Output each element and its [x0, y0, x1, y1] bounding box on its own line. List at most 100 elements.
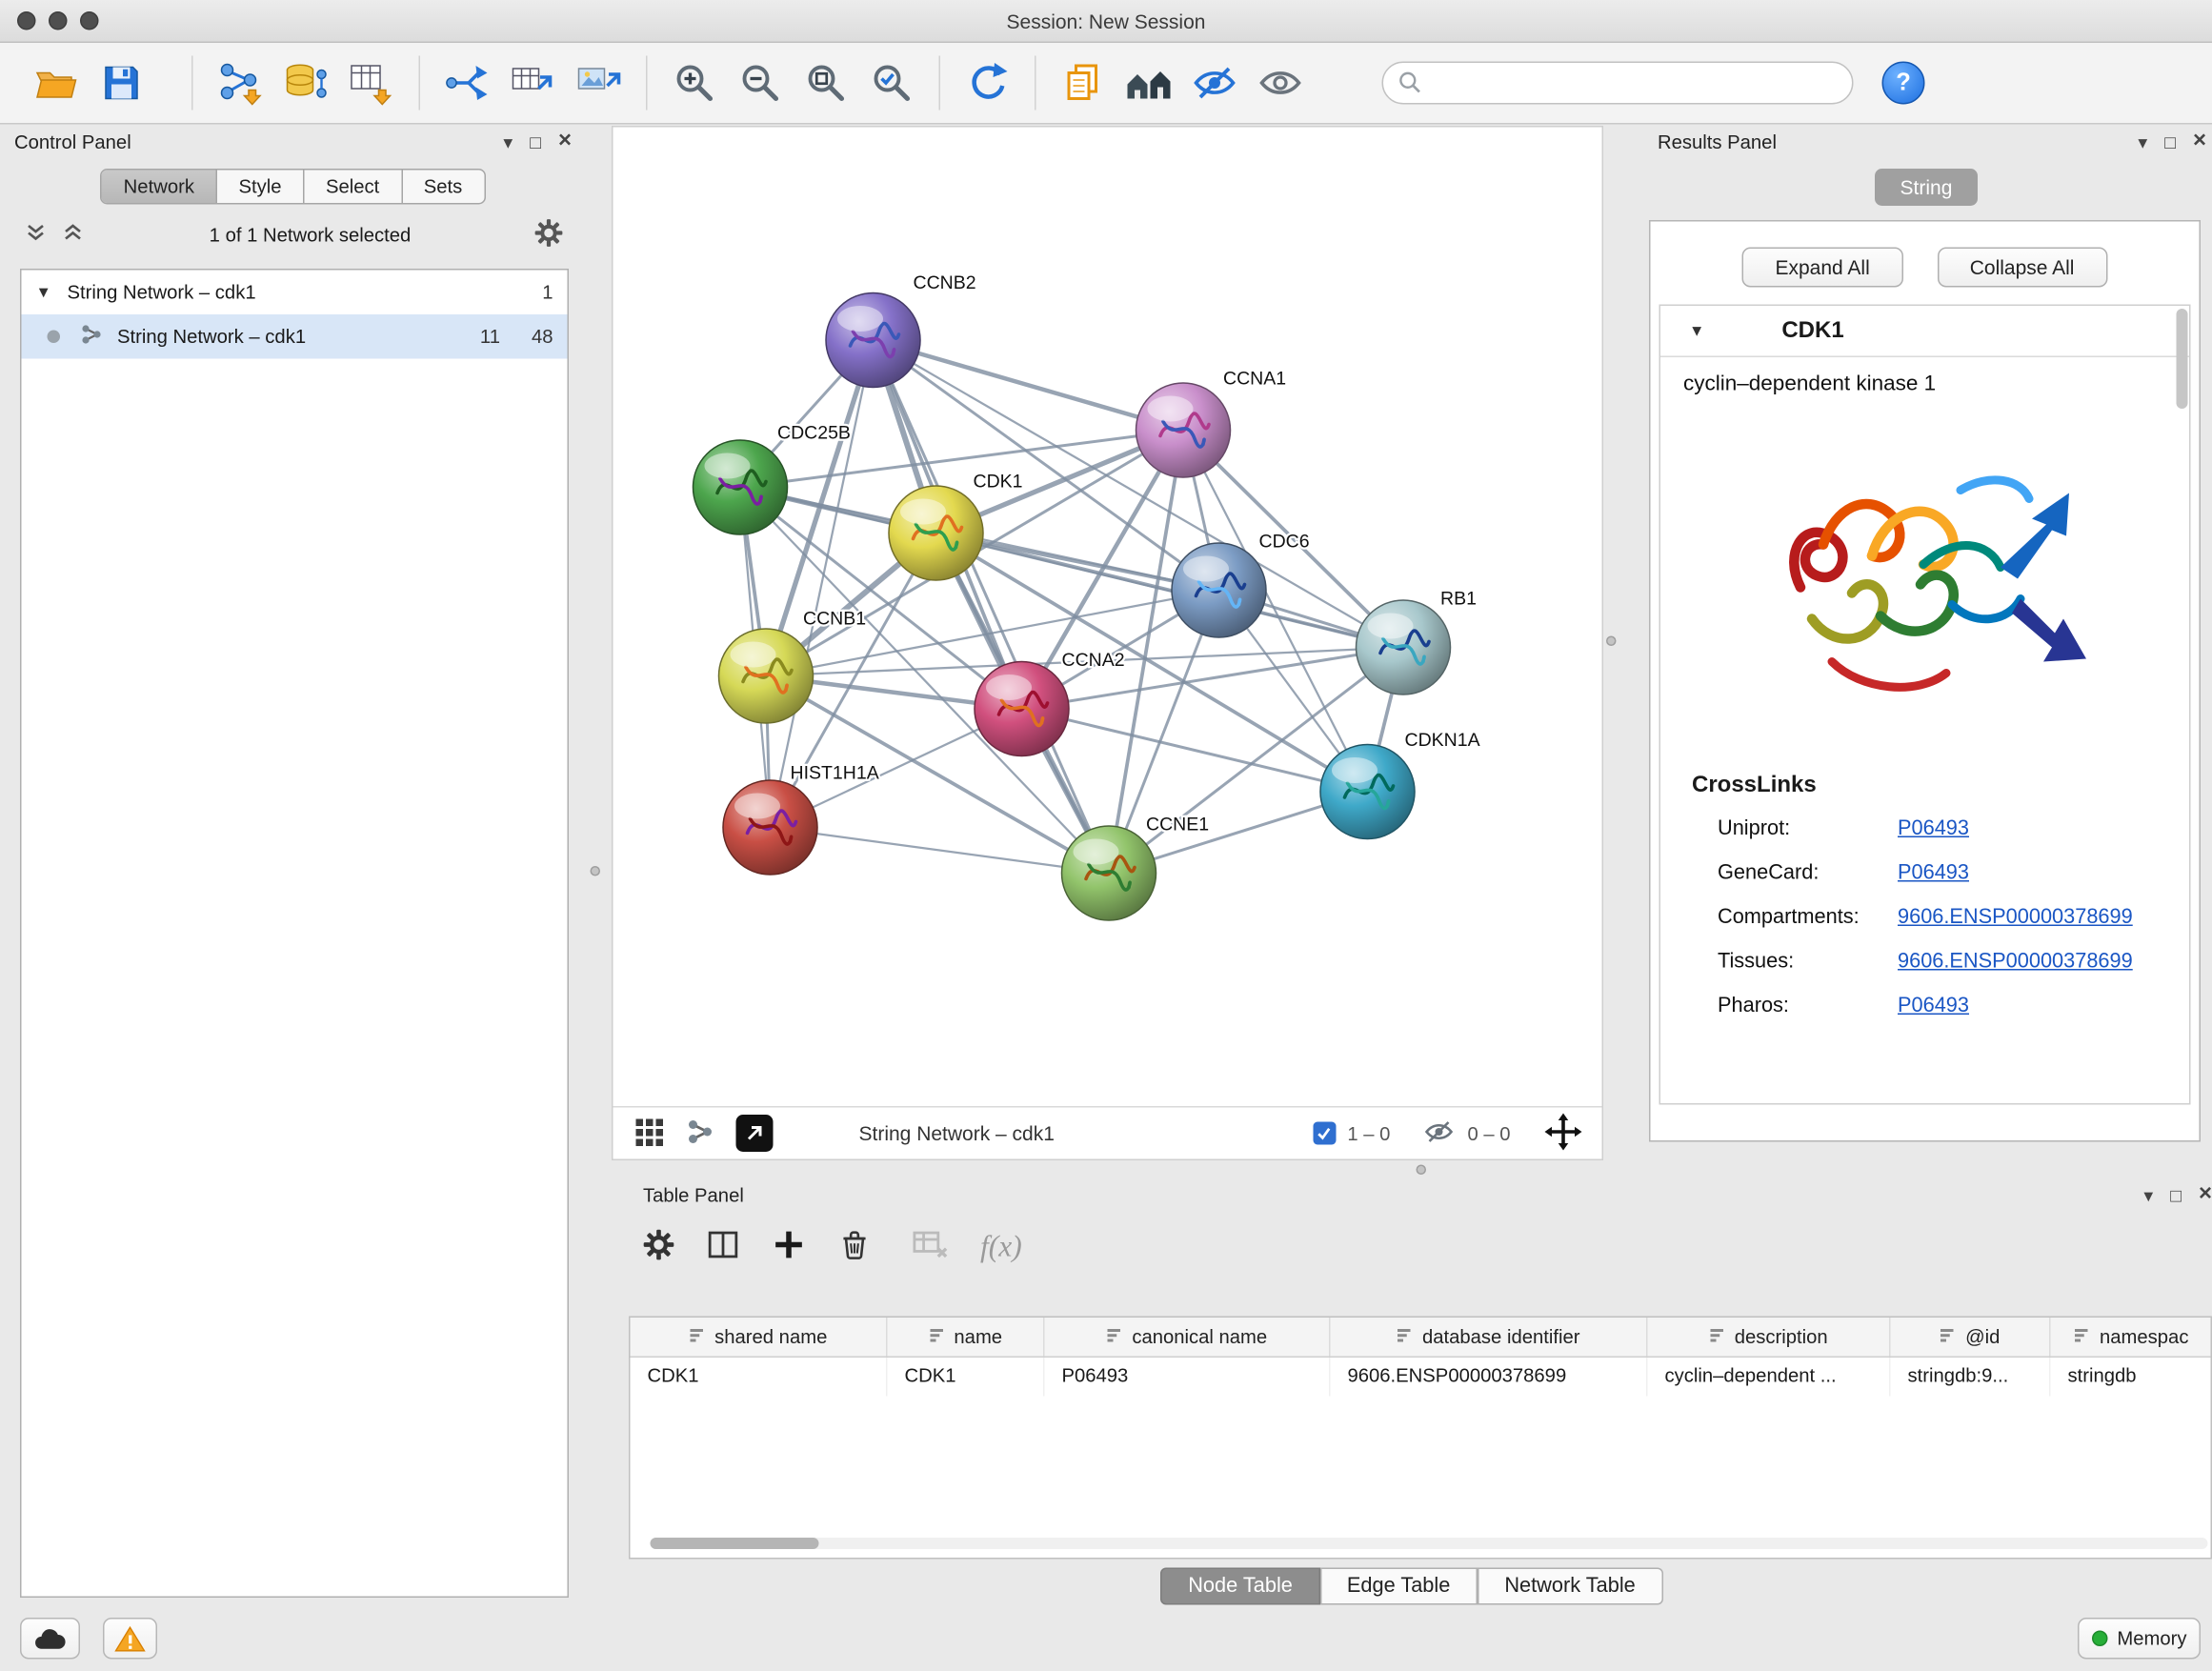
tree-expand-icon[interactable]: ▼ — [36, 284, 68, 301]
network-view-share-icon[interactable] — [685, 1116, 716, 1152]
network-collection-row[interactable]: ▼ String Network – cdk1 1 — [22, 271, 568, 315]
select-columns-icon[interactable] — [706, 1227, 740, 1266]
function-builder-icon[interactable]: f(x) — [980, 1228, 1022, 1264]
crosslink-link[interactable]: P06493 — [1898, 985, 1969, 1030]
table-gear-icon[interactable] — [643, 1228, 674, 1264]
tab-edge-table[interactable]: Edge Table — [1319, 1568, 1477, 1605]
network-edge[interactable] — [771, 828, 1110, 874]
tab-network-table[interactable]: Network Table — [1478, 1568, 1662, 1605]
network-edge[interactable] — [874, 340, 1184, 431]
column-header-canonical-name[interactable]: canonical name — [1045, 1318, 1331, 1357]
table-cell[interactable]: stringdb:9... — [1891, 1358, 2051, 1397]
import-network-button[interactable] — [208, 50, 273, 116]
column-header-description[interactable]: description — [1648, 1318, 1891, 1357]
panel-float-icon[interactable]: ▾ — [503, 132, 513, 151]
network-node-ccnb1[interactable]: CCNB1 — [719, 609, 867, 724]
network-node-rb1[interactable]: RB1 — [1357, 589, 1477, 695]
memory-button[interactable]: Memory — [2078, 1619, 2201, 1661]
export-image-button[interactable] — [566, 50, 632, 116]
show-all-button[interactable] — [1248, 50, 1314, 116]
save-session-button[interactable] — [89, 50, 154, 116]
panel-undock-icon[interactable]: □ — [2170, 1185, 2182, 1204]
table-row[interactable]: CDK1CDK1P064939606.ENSP00000378699cyclin… — [631, 1358, 2211, 1397]
hide-selected-button[interactable] — [1182, 50, 1248, 116]
birds-eye-view-button[interactable] — [1116, 50, 1182, 116]
panel-close-icon[interactable]: × — [558, 131, 572, 153]
table-cell[interactable]: CDK1 — [631, 1358, 888, 1397]
table-cell[interactable]: cyclin–dependent ... — [1648, 1358, 1891, 1397]
detach-view-button[interactable] — [736, 1115, 774, 1152]
panel-float-icon[interactable]: ▾ — [2138, 132, 2147, 151]
network-edge[interactable] — [874, 340, 1110, 874]
network-row[interactable]: String Network – cdk1 11 48 — [22, 314, 568, 359]
left-splitter-handle[interactable] — [591, 866, 601, 876]
panel-undock-icon[interactable]: □ — [2164, 132, 2176, 151]
minimize-window-button[interactable] — [49, 11, 68, 30]
tab-network[interactable]: Network — [102, 171, 217, 204]
cloud-status-button[interactable] — [20, 1619, 80, 1661]
string-tab-badge[interactable]: String — [1875, 169, 1979, 206]
zoom-in-button[interactable] — [662, 50, 728, 116]
network-node-cdk1[interactable]: CDK1 — [889, 472, 1023, 581]
network-node-ccna1[interactable]: CCNA1 — [1136, 369, 1287, 478]
panel-float-icon[interactable]: ▾ — [2143, 1185, 2153, 1204]
expand-all-button[interactable]: Expand All — [1742, 248, 1902, 288]
column-header-shared-name[interactable]: shared name — [631, 1318, 888, 1357]
crosslink-link[interactable]: P06493 — [1898, 852, 1969, 896]
bottom-splitter-handle[interactable] — [1417, 1165, 1427, 1176]
tab-sets[interactable]: Sets — [402, 171, 484, 204]
panel-close-icon[interactable]: × — [2199, 1183, 2212, 1206]
crosslink-link[interactable]: 9606.ENSP00000378699 — [1898, 940, 2133, 985]
tab-node-table[interactable]: Node Table — [1161, 1568, 1320, 1605]
network-node-hist1h1a[interactable]: HIST1H1A — [723, 763, 879, 876]
column-header-name[interactable]: name — [888, 1318, 1045, 1357]
column-header--id[interactable]: @id — [1891, 1318, 2051, 1357]
panel-close-icon[interactable]: × — [2193, 131, 2206, 153]
zoom-fit-button[interactable] — [794, 50, 859, 116]
search-box[interactable] — [1382, 62, 1854, 105]
table-cell[interactable]: stringdb — [2051, 1358, 2212, 1397]
scrollbar-thumb[interactable] — [651, 1538, 819, 1549]
network-node-cdc6[interactable]: CDC6 — [1172, 532, 1310, 638]
zoom-selected-button[interactable] — [859, 50, 925, 116]
warnings-button[interactable] — [103, 1619, 157, 1661]
annotations-button[interactable] — [1051, 50, 1116, 116]
collapse-all-networks-icon[interactable] — [60, 219, 86, 250]
close-window-button[interactable] — [17, 11, 36, 30]
results-scrollbar[interactable] — [2177, 309, 2188, 409]
selected-nodes-checkbox[interactable] — [1313, 1122, 1336, 1145]
import-table-button[interactable] — [339, 50, 405, 116]
expand-all-networks-icon[interactable] — [23, 219, 49, 250]
maximize-window-button[interactable] — [80, 11, 99, 30]
crosslink-link[interactable]: 9606.ENSP00000378699 — [1898, 896, 2133, 941]
delete-column-icon[interactable] — [837, 1227, 872, 1266]
table-cell[interactable]: CDK1 — [888, 1358, 1045, 1397]
import-network-from-database-button[interactable] — [273, 50, 339, 116]
table-cell[interactable]: P06493 — [1045, 1358, 1331, 1397]
pan-crosshair-icon[interactable] — [1545, 1113, 1582, 1155]
network-canvas[interactable]: CCNB2CCNA1CDC25BCDK1CDC6RB1CCNB1CCNA2CDK… — [613, 128, 1602, 1107]
table-hscrollbar[interactable] — [651, 1538, 2208, 1549]
new-network-button[interactable] — [434, 50, 500, 116]
network-options-gear-icon[interactable] — [534, 218, 563, 252]
network-from-table-button[interactable] — [500, 50, 566, 116]
help-button[interactable]: ? — [1882, 62, 1925, 105]
column-header-namespac[interactable]: namespac — [2051, 1318, 2212, 1357]
panel-undock-icon[interactable]: □ — [530, 132, 541, 151]
refresh-button[interactable] — [955, 50, 1020, 116]
table-cell[interactable]: 9606.ENSP00000378699 — [1331, 1358, 1648, 1397]
search-input[interactable] — [1423, 72, 1838, 94]
network-node-ccnb2[interactable]: CCNB2 — [826, 272, 976, 388]
zoom-out-button[interactable] — [728, 50, 794, 116]
network-edge[interactable] — [771, 340, 874, 828]
grid-view-icon[interactable] — [633, 1116, 665, 1152]
crosslink-link[interactable]: P06493 — [1898, 808, 1969, 853]
right-splitter-handle[interactable] — [1606, 636, 1617, 647]
column-header-database-identifier[interactable]: database identifier — [1331, 1318, 1648, 1357]
open-session-button[interactable] — [23, 50, 89, 116]
hidden-eye-icon[interactable] — [1421, 1117, 1456, 1150]
collapse-all-button[interactable]: Collapse All — [1937, 248, 2107, 288]
add-column-icon[interactable] — [772, 1227, 806, 1266]
tab-style[interactable]: Style — [217, 171, 305, 204]
tab-select[interactable]: Select — [304, 171, 402, 204]
